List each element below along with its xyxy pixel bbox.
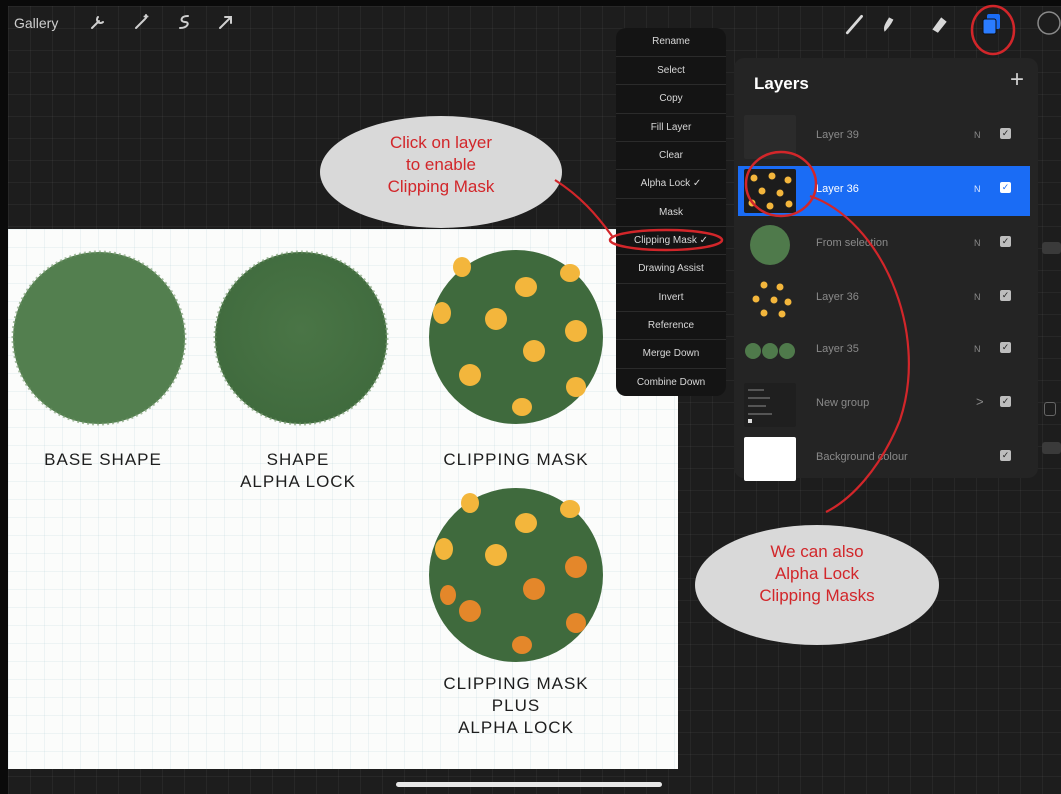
- gallery-button[interactable]: Gallery: [14, 15, 58, 31]
- layer-thumbnail: [744, 115, 796, 159]
- layer-name: From selection: [816, 237, 889, 249]
- color-icon[interactable]: [1036, 10, 1061, 36]
- layer-name: Layer 36: [816, 183, 859, 195]
- visibility-checkbox[interactable]: ✓: [1000, 342, 1011, 353]
- opacity-slider-handle[interactable]: [1042, 442, 1061, 454]
- layer-thumbnail: [744, 383, 796, 427]
- wrench-icon[interactable]: [88, 12, 108, 32]
- menu-item-clear[interactable]: Clear: [616, 141, 726, 170]
- layer-thumbnail: [744, 277, 796, 321]
- layer-options-menu: Rename Select Copy Fill Layer Clear Alph…: [616, 28, 726, 396]
- layer-name: New group: [816, 397, 870, 409]
- base-shape-circle: [11, 250, 187, 426]
- layers-icon[interactable]: [980, 12, 1004, 38]
- callout-alpha-lock-clipping-masks: We can also Alpha Lock Clipping Masks: [695, 525, 939, 645]
- layer-row[interactable]: Layer 39 N ✓: [738, 112, 1030, 162]
- menu-item-mask[interactable]: Mask: [616, 198, 726, 227]
- visibility-checkbox[interactable]: ✓: [1000, 236, 1011, 247]
- selection-icon[interactable]: [174, 12, 194, 32]
- blend-mode[interactable]: N: [974, 344, 981, 354]
- blend-mode[interactable]: N: [974, 130, 981, 140]
- layer-row[interactable]: Layer 36 N ✓: [738, 274, 1030, 324]
- layer-row-selected[interactable]: Layer 36 N ✓: [738, 166, 1030, 216]
- clipping-mask-alpha-lock-circle: [429, 488, 603, 662]
- menu-item-select[interactable]: Select: [616, 56, 726, 85]
- visibility-checkbox[interactable]: ✓: [1000, 450, 1011, 461]
- layer-thumbnail: [744, 169, 796, 213]
- visibility-checkbox[interactable]: ✓: [1000, 396, 1011, 407]
- visibility-checkbox[interactable]: ✓: [1000, 128, 1011, 139]
- layer-row-background[interactable]: Background colour ✓: [738, 434, 1030, 484]
- top-toolbar: Gallery: [8, 6, 1061, 40]
- blend-mode[interactable]: N: [974, 238, 981, 248]
- brush-icon[interactable]: [844, 12, 866, 36]
- layer-row[interactable]: From selection N ✓: [738, 220, 1030, 270]
- procreate-app: Gallery BASE SHAPE SHAPE ALPHA LOCK CLIP…: [8, 6, 1061, 794]
- layer-name: Layer 39: [816, 129, 859, 141]
- home-indicator: [396, 782, 662, 787]
- group-chevron-icon[interactable]: >: [976, 394, 984, 409]
- callout-enable-clipping-mask: Click on layer to enable Clipping Mask: [320, 116, 562, 228]
- menu-item-fill-layer[interactable]: Fill Layer: [616, 113, 726, 142]
- visibility-checkbox[interactable]: ✓: [1000, 182, 1011, 193]
- visibility-checkbox[interactable]: ✓: [1000, 290, 1011, 301]
- menu-item-invert[interactable]: Invert: [616, 283, 726, 312]
- blend-mode[interactable]: N: [974, 184, 981, 194]
- layer-thumbnail: [744, 437, 796, 481]
- menu-item-drawing-assist[interactable]: Drawing Assist: [616, 254, 726, 283]
- layer-row-group[interactable]: New group > ✓: [738, 380, 1030, 430]
- brush-size-slider-handle[interactable]: [1042, 242, 1061, 254]
- label-base-shape: BASE SHAPE: [44, 450, 162, 469]
- layers-title: Layers: [754, 74, 809, 93]
- eraser-icon[interactable]: [928, 12, 950, 36]
- menu-item-rename[interactable]: Rename: [616, 28, 726, 56]
- clipping-mask-circle: [429, 250, 603, 424]
- alpha-lock-shape-circle: [213, 250, 389, 426]
- layer-thumbnail: [744, 329, 796, 373]
- layer-name: Layer 35: [816, 343, 859, 355]
- menu-item-merge-down[interactable]: Merge Down: [616, 339, 726, 368]
- smudge-icon[interactable]: [878, 12, 900, 36]
- layer-name: Background colour: [816, 451, 908, 463]
- magic-wand-icon[interactable]: [132, 12, 152, 32]
- blend-mode[interactable]: N: [974, 292, 981, 302]
- drawing-canvas[interactable]: BASE SHAPE SHAPE ALPHA LOCK CLIPPING MAS…: [8, 229, 678, 769]
- layer-row[interactable]: Layer 35 N ✓: [738, 326, 1030, 376]
- layer-thumbnail: [744, 223, 796, 267]
- layers-panel: Layers + Layer 39 N ✓ Layer 36 N ✓ From …: [734, 58, 1038, 481]
- menu-item-clipping-mask[interactable]: Clipping Mask ✓: [616, 226, 726, 255]
- modify-button[interactable]: [1044, 402, 1056, 416]
- layer-name: Layer 36: [816, 291, 859, 303]
- label-clipping-mask: CLIPPING MASK: [443, 450, 589, 469]
- menu-item-combine-down[interactable]: Combine Down: [616, 368, 726, 397]
- label-clipping-mask-plus-alpha-lock: CLIPPING MASK PLUS ALPHA LOCK: [443, 674, 589, 737]
- menu-item-copy[interactable]: Copy: [616, 84, 726, 113]
- label-shape-alpha-lock: SHAPE ALPHA LOCK: [240, 450, 356, 491]
- menu-item-alpha-lock[interactable]: Alpha Lock ✓: [616, 169, 726, 198]
- transform-arrow-icon[interactable]: [216, 12, 236, 32]
- menu-item-reference[interactable]: Reference: [616, 311, 726, 340]
- add-layer-button[interactable]: +: [1010, 68, 1024, 92]
